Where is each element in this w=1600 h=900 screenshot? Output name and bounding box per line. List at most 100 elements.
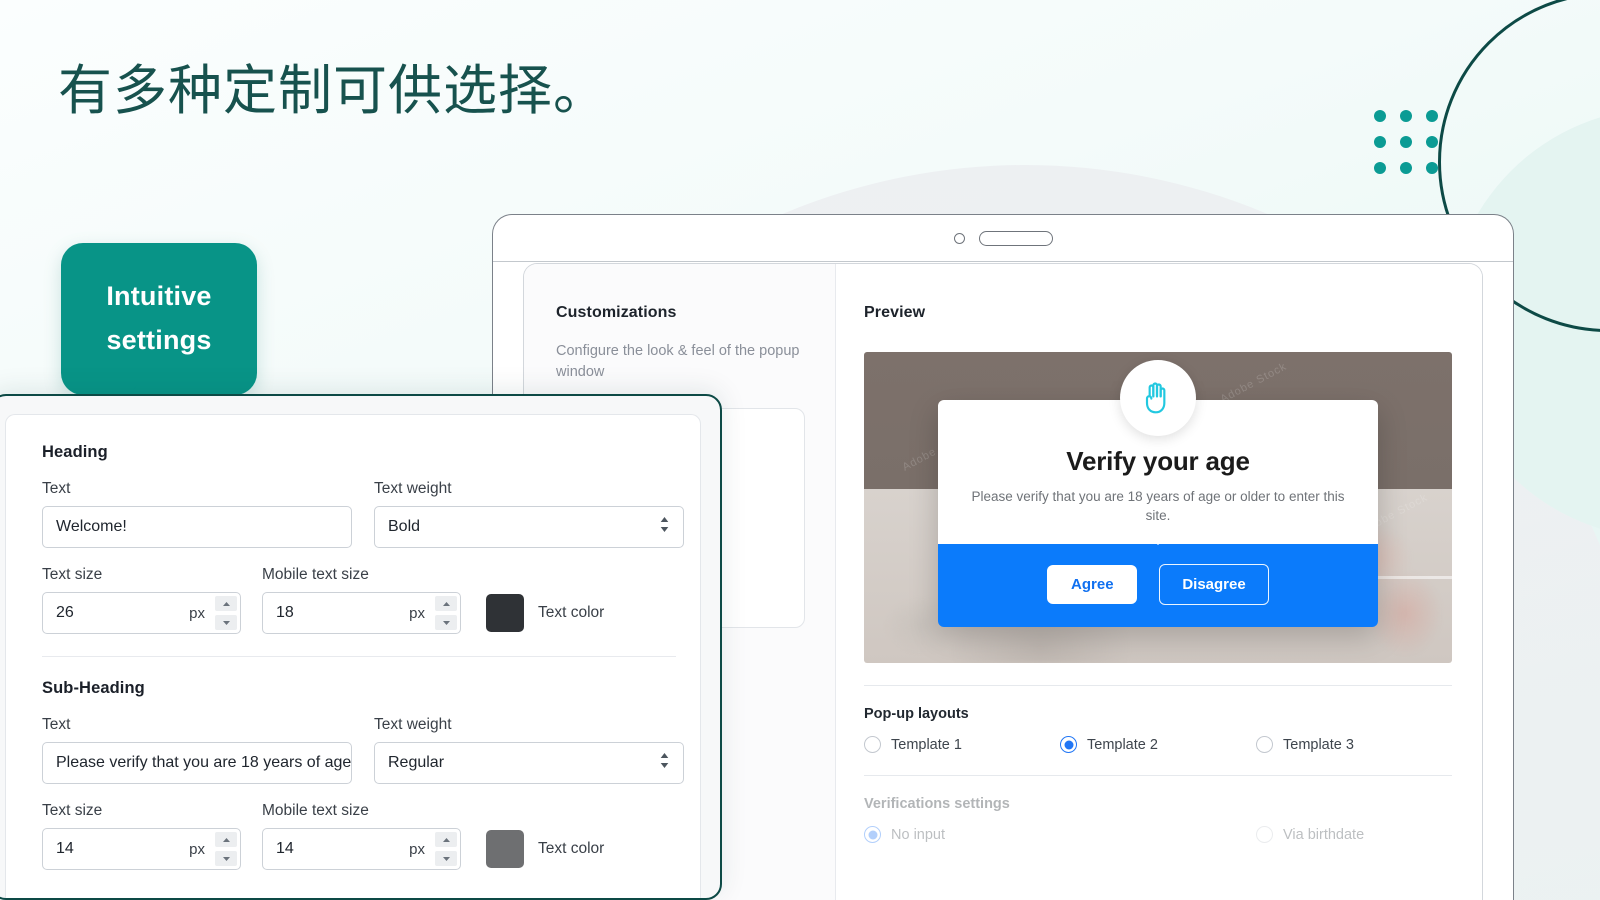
page-headline: 有多种定制可供选择。	[58, 61, 608, 121]
intuitive-settings-badge: Intuitive settings	[61, 243, 257, 395]
customizations-description: Configure the look & feel of the popup w…	[556, 343, 800, 380]
grid-dot-icon	[1426, 136, 1438, 148]
subheading-size-wrap: Text size 14 px	[42, 802, 241, 870]
heading-group: Heading Text Welcome! Text weight Bold T…	[42, 443, 684, 634]
grid-dot-icon	[1374, 136, 1386, 148]
subheading-size-unit: px	[189, 840, 205, 858]
badge-line-2: settings	[106, 325, 212, 355]
heading-size-wrap: Text size 26 px	[42, 566, 241, 634]
heading-color-label: Text color	[538, 604, 605, 621]
grid-dot-icon	[1400, 110, 1412, 122]
raised-hand-glyph	[1145, 382, 1166, 414]
radio-via-birthdate[interactable]: Via birthdate	[1256, 826, 1452, 843]
stepper-down-icon[interactable]	[215, 615, 237, 630]
heading-mobile-size-value[interactable]: 18	[276, 604, 409, 622]
disagree-button[interactable]: Disagree	[1159, 563, 1269, 605]
stepper-up-icon[interactable]	[215, 596, 237, 611]
subheading-color-wrap: Text color	[486, 830, 604, 870]
subheading-weight-select[interactable]: Regular	[374, 742, 684, 784]
radio-template-1[interactable]: Template 1	[864, 736, 1060, 753]
subheading-mobile-size-label: Mobile text size	[262, 802, 369, 819]
popup-notch-icon	[1145, 532, 1171, 545]
subheading-group: Sub-Heading Text Please verify that you …	[42, 679, 684, 870]
radio-icon[interactable]	[864, 736, 881, 753]
subheading-group-title: Sub-Heading	[42, 679, 145, 697]
subheading-size-row: Text size 14 px Mobile text size 14 px T…	[42, 802, 676, 870]
grid-dot-icon	[1400, 162, 1412, 174]
settings-panel-card: Heading Text Welcome! Text weight Bold T…	[0, 394, 722, 900]
heading-mobile-size-stepper[interactable]: 18 px	[262, 592, 461, 634]
preview-screenshot: Adobe Stock Adobe Stock Adobe Stock Adob…	[864, 352, 1452, 663]
radio-label: Via birthdate	[1283, 826, 1365, 843]
heading-text-field-wrap: Text Welcome!	[42, 480, 352, 548]
subheading-mobile-size-spinner[interactable]	[435, 832, 457, 866]
tablet-top-bezel	[493, 215, 1513, 262]
heading-size-value[interactable]: 26	[56, 604, 189, 622]
verifications-radio-group: No input Via birthdate	[864, 826, 1452, 843]
grid-dot-icon	[1374, 110, 1386, 122]
radio-template-2[interactable]: Template 2	[1060, 736, 1256, 753]
preview-title: Preview	[864, 304, 926, 321]
heading-color-swatch[interactable]	[486, 594, 524, 632]
subheading-weight-value: Regular	[388, 754, 445, 771]
popup-layouts-block: Pop-up layouts Template 1 Template 2 Tem…	[864, 686, 1452, 753]
radio-label: Template 1	[891, 736, 962, 753]
heading-weight-field-wrap: Text weight Bold	[374, 480, 684, 548]
agree-button[interactable]: Agree	[1047, 564, 1138, 604]
stepper-down-icon[interactable]	[435, 615, 457, 630]
subheading-color-label: Text color	[538, 840, 605, 857]
customizations-title: Customizations	[556, 304, 677, 321]
chevron-updown-glyph	[660, 517, 669, 532]
subheading-size-stepper[interactable]: 14 px	[42, 828, 241, 870]
heading-mobile-size-spinner[interactable]	[435, 596, 457, 630]
badge-line-1: Intuitive	[106, 281, 212, 312]
subheading-mobile-size-stepper[interactable]: 14 px	[262, 828, 461, 870]
radio-icon[interactable]	[1256, 736, 1273, 753]
heading-size-row: Text size 26 px Mobile text size 18 px T…	[42, 566, 676, 634]
heading-size-unit: px	[189, 604, 205, 622]
subheading-size-value[interactable]: 14	[56, 840, 189, 858]
heading-mobile-size-unit: px	[409, 604, 425, 622]
stepper-down-icon[interactable]	[215, 851, 237, 866]
subheading-mobile-size-value[interactable]: 14	[276, 840, 409, 858]
subheading-text-field-wrap: Text Please verify that you are 18 years…	[42, 716, 352, 784]
preview-panel: Preview Adobe Stock Adobe Stock Adobe St…	[836, 264, 1482, 900]
heading-group-title: Heading	[42, 443, 108, 461]
stepper-up-icon[interactable]	[435, 596, 457, 611]
heading-mobile-size-wrap: Mobile text size 18 px	[262, 566, 461, 634]
chevron-updown-glyph	[660, 753, 669, 768]
page-root: 有多种定制可供选择。 Intuitive settings Customizat…	[0, 0, 1600, 900]
subheading-mobile-size-wrap: Mobile text size 14 px	[262, 802, 461, 870]
subheading-size-label: Text size	[42, 802, 103, 819]
heading-text-label: Text	[42, 480, 71, 497]
radio-icon-selected[interactable]	[1060, 736, 1077, 753]
radio-label: No input	[891, 826, 946, 843]
speaker-slot-icon	[978, 230, 1053, 246]
grid-dot-icon	[1426, 162, 1438, 174]
grid-dot-icon	[1426, 110, 1438, 122]
subheading-text-input[interactable]: Please verify that you are 18 years of a…	[42, 742, 352, 784]
popup-layouts-radio-group: Template 1 Template 2 Template 3	[864, 736, 1452, 753]
heading-text-input[interactable]: Welcome!	[42, 506, 352, 548]
grid-dot-icon	[1374, 162, 1386, 174]
verifications-settings-title: Verifications settings	[864, 796, 1010, 812]
radio-template-3[interactable]: Template 3	[1256, 736, 1452, 753]
heading-size-spinner[interactable]	[215, 596, 237, 630]
subheading-color-swatch[interactable]	[486, 830, 524, 868]
radio-label: Template 3	[1283, 736, 1354, 753]
stepper-up-icon[interactable]	[435, 832, 457, 847]
radio-label: Template 2	[1087, 736, 1158, 753]
stepper-down-icon[interactable]	[435, 851, 457, 866]
grid-dot-icon	[1400, 136, 1412, 148]
heading-size-stepper[interactable]: 26 px	[42, 592, 241, 634]
subheading-text-label: Text	[42, 716, 71, 733]
popup-footer: Agree Disagree	[938, 543, 1378, 627]
heading-weight-select[interactable]: Bold	[374, 506, 684, 548]
stepper-up-icon[interactable]	[215, 832, 237, 847]
popup-layouts-title: Pop-up layouts	[864, 706, 969, 722]
subheading-size-spinner[interactable]	[215, 832, 237, 866]
radio-no-input[interactable]: No input	[864, 826, 1060, 843]
radio-icon[interactable]	[1256, 826, 1273, 843]
heading-mobile-size-label: Mobile text size	[262, 566, 369, 583]
radio-icon-selected[interactable]	[864, 826, 881, 843]
